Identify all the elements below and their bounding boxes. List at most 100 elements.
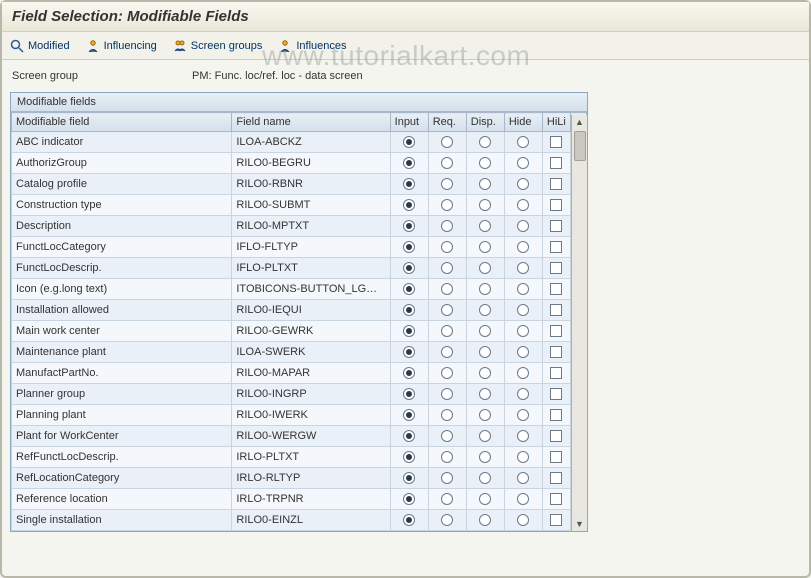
radio-input[interactable]: [403, 262, 415, 274]
cell-radio-disp[interactable]: [466, 468, 504, 489]
cell-radio-disp[interactable]: [466, 489, 504, 510]
radio-req[interactable]: [441, 367, 453, 379]
influencing-button[interactable]: Influencing: [86, 39, 157, 53]
radio-disp[interactable]: [479, 220, 491, 232]
cell-radio-hide[interactable]: [504, 363, 542, 384]
radio-disp[interactable]: [479, 178, 491, 190]
checkbox-hili[interactable]: [550, 472, 562, 484]
cell-radio-input[interactable]: [390, 342, 428, 363]
checkbox-hili[interactable]: [550, 304, 562, 316]
radio-hide[interactable]: [517, 199, 529, 211]
checkbox-hili[interactable]: [550, 283, 562, 295]
cell-radio-input[interactable]: [390, 174, 428, 195]
radio-input[interactable]: [403, 388, 415, 400]
cell-radio-req[interactable]: [428, 237, 466, 258]
cell-radio-input[interactable]: [390, 510, 428, 531]
radio-req[interactable]: [441, 157, 453, 169]
cell-radio-disp[interactable]: [466, 132, 504, 153]
cell-hili[interactable]: [542, 489, 570, 510]
cell-radio-disp[interactable]: [466, 447, 504, 468]
cell-radio-hide[interactable]: [504, 279, 542, 300]
checkbox-hili[interactable]: [550, 136, 562, 148]
radio-disp[interactable]: [479, 136, 491, 148]
cell-radio-req[interactable]: [428, 279, 466, 300]
cell-radio-req[interactable]: [428, 510, 466, 531]
cell-radio-disp[interactable]: [466, 426, 504, 447]
radio-req[interactable]: [441, 241, 453, 253]
table-row[interactable]: ManufactPartNo.RILO0-MAPAR: [12, 363, 587, 384]
cell-hili[interactable]: [542, 321, 570, 342]
cell-radio-input[interactable]: [390, 216, 428, 237]
cell-radio-input[interactable]: [390, 363, 428, 384]
cell-radio-hide[interactable]: [504, 447, 542, 468]
cell-radio-hide[interactable]: [504, 342, 542, 363]
cell-radio-disp[interactable]: [466, 342, 504, 363]
cell-radio-disp[interactable]: [466, 405, 504, 426]
table-row[interactable]: AuthorizGroupRILO0-BEGRU: [12, 153, 587, 174]
radio-disp[interactable]: [479, 514, 491, 526]
cell-radio-input[interactable]: [390, 300, 428, 321]
checkbox-hili[interactable]: [550, 409, 562, 421]
cell-radio-req[interactable]: [428, 195, 466, 216]
cell-radio-hide[interactable]: [504, 384, 542, 405]
modified-button[interactable]: Modified: [10, 39, 70, 53]
cell-hili[interactable]: [542, 510, 570, 531]
cell-radio-input[interactable]: [390, 153, 428, 174]
cell-radio-disp[interactable]: [466, 300, 504, 321]
radio-input[interactable]: [403, 304, 415, 316]
radio-input[interactable]: [403, 178, 415, 190]
radio-input[interactable]: [403, 220, 415, 232]
table-row[interactable]: Main work centerRILO0-GEWRK: [12, 321, 587, 342]
cell-hili[interactable]: [542, 132, 570, 153]
cell-radio-input[interactable]: [390, 447, 428, 468]
cell-radio-input[interactable]: [390, 405, 428, 426]
checkbox-hili[interactable]: [550, 367, 562, 379]
table-row[interactable]: Maintenance plantILOA-SWERK: [12, 342, 587, 363]
radio-input[interactable]: [403, 199, 415, 211]
cell-hili[interactable]: [542, 258, 570, 279]
radio-req[interactable]: [441, 409, 453, 421]
radio-disp[interactable]: [479, 367, 491, 379]
radio-disp[interactable]: [479, 304, 491, 316]
radio-input[interactable]: [403, 493, 415, 505]
radio-input[interactable]: [403, 430, 415, 442]
cell-radio-input[interactable]: [390, 195, 428, 216]
col-modifiable-field[interactable]: Modifiable field: [12, 113, 232, 132]
radio-hide[interactable]: [517, 136, 529, 148]
scroll-thumb[interactable]: [574, 131, 586, 161]
checkbox-hili[interactable]: [550, 262, 562, 274]
radio-disp[interactable]: [479, 409, 491, 421]
cell-radio-hide[interactable]: [504, 321, 542, 342]
table-row[interactable]: Icon (e.g.long text)ITOBICONS-BUTTON_LG…: [12, 279, 587, 300]
cell-radio-hide[interactable]: [504, 216, 542, 237]
cell-radio-input[interactable]: [390, 468, 428, 489]
checkbox-hili[interactable]: [550, 346, 562, 358]
cell-radio-req[interactable]: [428, 468, 466, 489]
table-row[interactable]: DescriptionRILO0-MPTXT: [12, 216, 587, 237]
radio-input[interactable]: [403, 367, 415, 379]
influences-button[interactable]: Influences: [278, 39, 346, 53]
cell-radio-hide[interactable]: [504, 426, 542, 447]
checkbox-hili[interactable]: [550, 325, 562, 337]
cell-radio-input[interactable]: [390, 489, 428, 510]
col-field-name[interactable]: Field name: [232, 113, 390, 132]
radio-input[interactable]: [403, 514, 415, 526]
cell-radio-disp[interactable]: [466, 321, 504, 342]
radio-disp[interactable]: [479, 241, 491, 253]
radio-hide[interactable]: [517, 514, 529, 526]
cell-radio-req[interactable]: [428, 405, 466, 426]
cell-radio-disp[interactable]: [466, 174, 504, 195]
cell-radio-hide[interactable]: [504, 258, 542, 279]
table-row[interactable]: RefLocationCategoryIRLO-RLTYP: [12, 468, 587, 489]
checkbox-hili[interactable]: [550, 157, 562, 169]
cell-radio-disp[interactable]: [466, 153, 504, 174]
radio-hide[interactable]: [517, 367, 529, 379]
checkbox-hili[interactable]: [550, 178, 562, 190]
cell-radio-disp[interactable]: [466, 510, 504, 531]
radio-input[interactable]: [403, 241, 415, 253]
cell-hili[interactable]: [542, 342, 570, 363]
radio-input[interactable]: [403, 157, 415, 169]
radio-input[interactable]: [403, 346, 415, 358]
radio-req[interactable]: [441, 514, 453, 526]
radio-req[interactable]: [441, 346, 453, 358]
